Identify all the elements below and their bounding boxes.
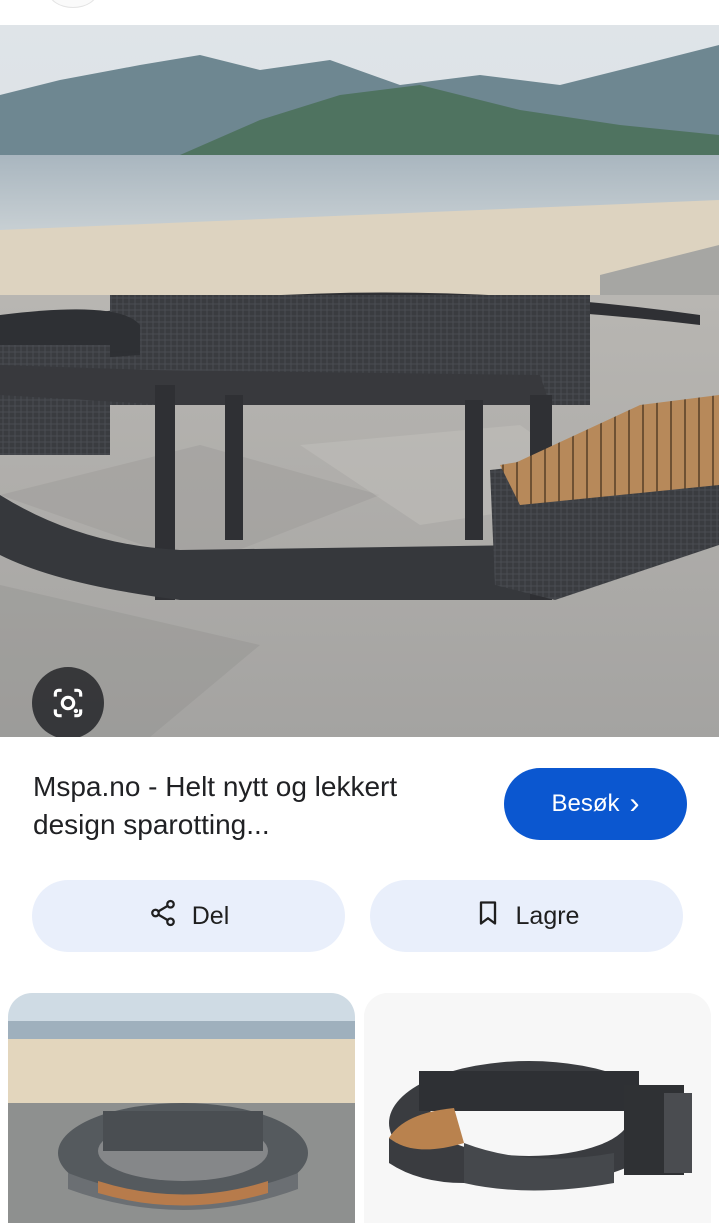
google-lens-icon (49, 684, 87, 722)
share-icon (148, 898, 178, 935)
chevron-right-icon: › (629, 787, 640, 820)
related-image-1[interactable] (8, 993, 355, 1223)
save-label: Lagre (515, 901, 580, 930)
hero-image[interactable] (0, 25, 719, 737)
share-label: Del (191, 901, 230, 930)
visit-button[interactable]: Besøk › (504, 768, 687, 840)
share-button[interactable]: Del (32, 880, 345, 952)
google-lens-button[interactable] (32, 667, 104, 737)
save-button[interactable]: Lagre (370, 880, 683, 952)
result-title[interactable]: Mspa.no - Helt nytt og lekkert design sp… (33, 768, 463, 844)
top-bar (0, 0, 719, 25)
top-avatar-edge[interactable] (48, 0, 98, 8)
related-image-2[interactable] (364, 993, 711, 1223)
bookmark-icon (474, 899, 502, 934)
visit-button-label: Besøk (551, 790, 620, 817)
